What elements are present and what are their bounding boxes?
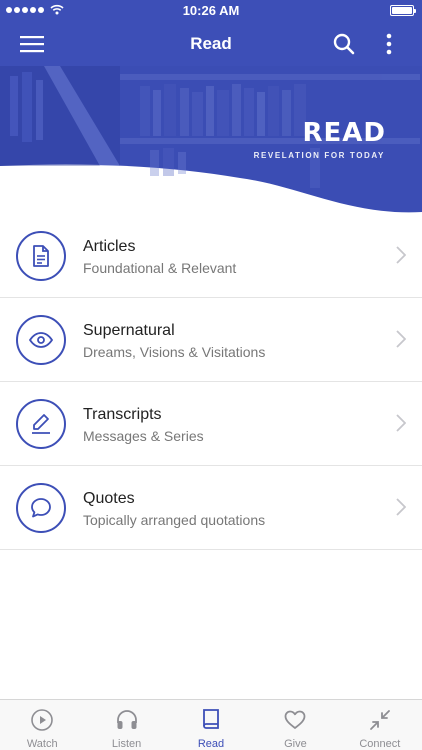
banner-subtitle: REVELATION FOR TODAY [253,151,385,160]
list-item-title: Quotes [83,490,135,507]
tab-label: Connect [359,738,401,750]
category-list: Articles Foundational & Relevant Superna… [0,214,422,550]
banner-title: READ [302,118,386,148]
list-item-subtitle: Messages & Series [83,428,204,444]
chevron-right-icon [396,414,406,432]
navigation-bar: Read [0,22,422,66]
list-item-quotes[interactable]: Quotes Topically arranged quotations [0,466,422,550]
list-item-supernatural[interactable]: Supernatural Dreams, Visions & Visitatio… [0,298,422,382]
list-item-title: Articles [83,238,136,255]
pencil-icon [16,399,66,449]
play-circle-icon [31,709,54,731]
status-time: 10:26 AM [182,3,240,18]
tab-read[interactable]: Read [169,700,253,750]
tab-label: Read [197,738,225,750]
tab-give[interactable]: Give [253,700,337,750]
list-item-articles[interactable]: Articles Foundational & Relevant [0,214,422,298]
list-item-transcripts[interactable]: Transcripts Messages & Series [0,382,422,466]
list-item-subtitle: Foundational & Relevant [83,260,237,276]
book-icon [203,709,219,729]
header-banner: READ REVELATION FOR TODAY [0,66,422,216]
more-vertical-icon[interactable] [375,30,403,58]
heart-icon [285,710,306,729]
tab-watch[interactable]: Watch [0,700,84,750]
list-item-subtitle: Topically arranged quotations [83,512,266,528]
tab-listen[interactable]: Listen [84,700,168,750]
compress-arrows-icon [369,710,390,730]
list-item-title: Supernatural [83,322,175,339]
list-item-title: Transcripts [83,406,162,423]
tab-label: Listen [111,738,142,750]
document-icon [16,231,66,281]
search-icon[interactable] [330,30,358,58]
chevron-right-icon [396,330,406,348]
chevron-right-icon [396,498,406,516]
battery-icon [390,5,416,16]
status-bar: 10:26 AM [0,0,422,22]
chat-bubble-icon [16,483,66,533]
page-title: Read [190,34,232,53]
tab-label: Watch [26,738,58,750]
chevron-right-icon [396,246,406,264]
tab-connect[interactable]: Connect [338,700,422,750]
headphones-icon [116,710,137,729]
tab-label: Give [284,738,307,750]
list-item-subtitle: Dreams, Visions & Visitations [83,344,266,360]
eye-icon [16,315,66,365]
tab-bar: Watch Listen Read Give Connect [0,699,422,750]
